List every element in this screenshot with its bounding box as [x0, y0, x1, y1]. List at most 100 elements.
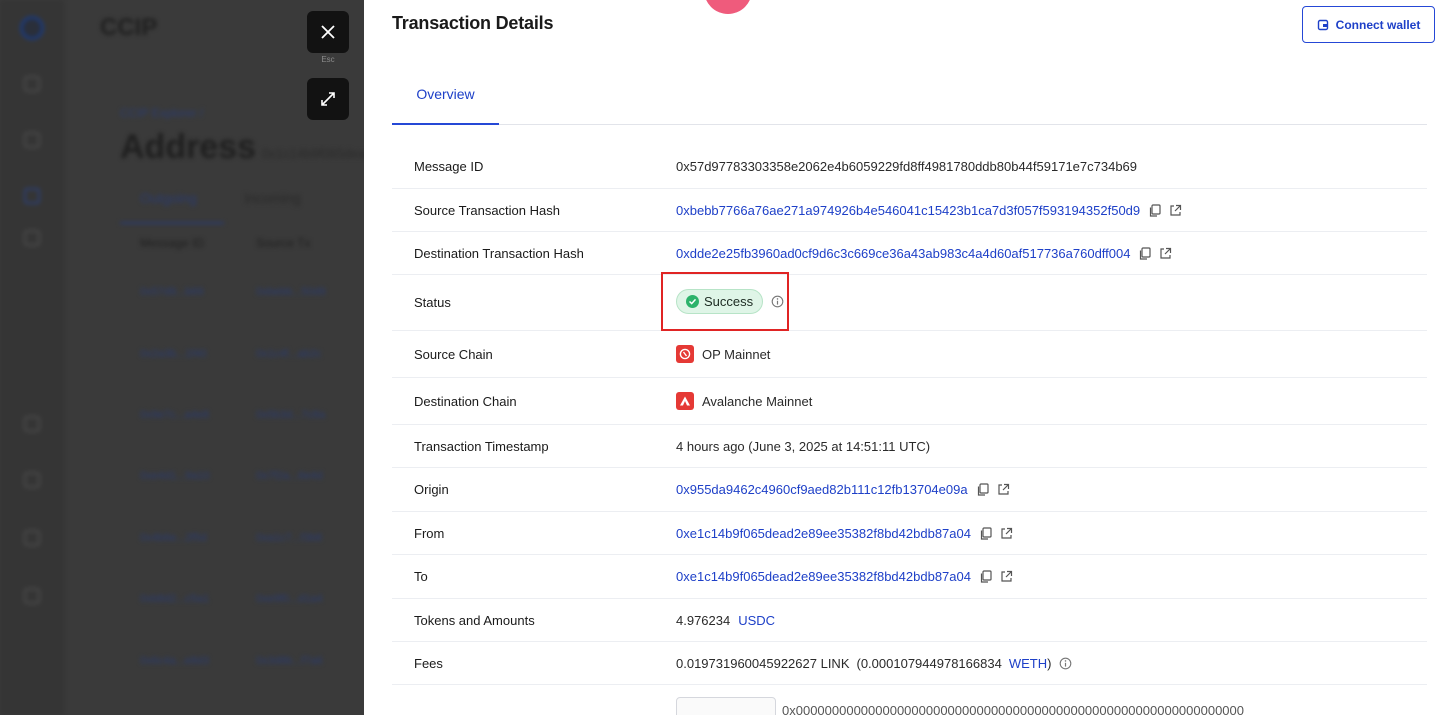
- background-col-header: Source Tx: [256, 236, 311, 250]
- background-cell: 0xe4d1...9a10: [140, 470, 210, 482]
- detail-label: Tokens and Amounts: [414, 613, 535, 628]
- origin-link[interactable]: 0x955da9462c4960cf9aed82b111c12fb13704e0…: [676, 482, 968, 497]
- detail-row-source-tx: Source Transaction Hash 0xbebb7766a76ae2…: [392, 189, 1427, 232]
- background-cell: 0x2a3b...1f40: [140, 348, 207, 360]
- app-logo-icon: [20, 16, 44, 40]
- detail-label: Transaction Timestamp: [414, 439, 549, 454]
- background-cell: 0x1c4f...ab2c: [256, 348, 322, 360]
- external-link-icon[interactable]: [1000, 570, 1013, 583]
- background-col-header: Message ID: [140, 236, 205, 250]
- nav-icon: [24, 530, 40, 546]
- background-cell: 0x5b3d...7c8a: [256, 409, 326, 421]
- detail-label: Destination Chain: [414, 394, 517, 409]
- background-sidebar: [0, 0, 64, 715]
- background-cell: 0x57d9...b69: [140, 286, 204, 298]
- decorative-blob: [704, 0, 752, 14]
- copy-icon[interactable]: [979, 570, 992, 583]
- token-symbol-link[interactable]: USDC: [738, 613, 775, 628]
- token-amount: 4.976234: [676, 613, 731, 628]
- connect-wallet-button[interactable]: Connect wallet: [1302, 6, 1435, 43]
- status-highlight-box: [661, 272, 789, 331]
- fee-paren-close: ): [1047, 656, 1052, 671]
- message-id-value: 0x57d97783303358e2062e4b6059229fd8ff4981…: [676, 159, 1138, 174]
- copy-icon[interactable]: [979, 527, 992, 540]
- detail-label: Source Chain: [414, 347, 493, 362]
- background-title: Address: [120, 128, 257, 166]
- close-button[interactable]: [307, 11, 349, 53]
- background-cell: 0x4b6e...2f5d: [140, 532, 207, 544]
- connect-wallet-label: Connect wallet: [1335, 17, 1421, 32]
- transaction-panel: Transaction Details Connect wallet Overv…: [364, 0, 1456, 715]
- detail-row-dest-tx: Destination Transaction Hash 0xdde2e25fb…: [392, 232, 1427, 275]
- detail-label: To: [414, 569, 428, 584]
- timestamp-value: 4 hours ago (June 3, 2025 at 14:51:11 UT…: [676, 439, 931, 454]
- external-link-icon[interactable]: [1000, 527, 1013, 540]
- detail-row-timestamp: Transaction Timestamp 4 hours ago (June …: [392, 425, 1427, 468]
- background-breadcrumb: CCIP Explorer /: [120, 106, 204, 120]
- background-cell: 0x9e7c...a4e8: [140, 409, 210, 421]
- external-link-icon[interactable]: [1159, 247, 1172, 260]
- detail-row-from: From 0xe1c14b9f065dead2e89ee35382f8bd42b…: [392, 512, 1427, 555]
- from-link[interactable]: 0xe1c14b9f065dead2e89ee35382f8bd42bdb87a…: [676, 526, 971, 541]
- detail-label: From: [414, 526, 445, 541]
- background-brand: CCIP: [100, 14, 158, 41]
- details-list: Message ID 0x57d97783303358e2062e4b60592…: [392, 145, 1427, 685]
- detail-label: Message ID: [414, 159, 484, 174]
- tab-overview[interactable]: Overview: [392, 64, 499, 125]
- detail-label: Source Transaction Hash: [414, 203, 560, 218]
- detail-row-source-chain: Source Chain OP Mainnet: [392, 331, 1427, 378]
- page-title: Transaction Details: [392, 13, 554, 33]
- detail-row-dest-chain: Destination Chain Avalanche Mainnet: [392, 378, 1427, 425]
- weth-link[interactable]: WETH: [1009, 656, 1047, 671]
- background-cell: 0x7f2a...6e4d: [256, 470, 323, 482]
- detail-row-to: To 0xe1c14b9f065dead2e89ee35382f8bd42bdb…: [392, 555, 1427, 599]
- to-link[interactable]: 0xe1c14b9f065dead2e89ee35382f8bd42bdb87a…: [676, 569, 971, 584]
- info-icon[interactable]: [1059, 657, 1072, 670]
- detail-row-fees: Fees 0.019731960045922627 LINK (0.000107…: [392, 642, 1427, 685]
- external-link-icon[interactable]: [997, 483, 1010, 496]
- tab-bar: Overview: [392, 64, 1427, 125]
- close-hint: Esc: [321, 55, 335, 64]
- source-tx-link[interactable]: 0xbebb7766a76ae271a974926b4e546041c15423…: [676, 203, 1140, 218]
- background-cell: 0xa1c7...f3b8: [256, 532, 323, 544]
- copy-icon[interactable]: [976, 483, 989, 496]
- background-tab-outgoing: Outgoing: [140, 190, 197, 206]
- background-tab-incoming: Incoming: [244, 190, 301, 206]
- background-cell: 0xbebb...50d9: [256, 286, 326, 298]
- nav-icon: [24, 230, 40, 246]
- expand-button[interactable]: [307, 78, 349, 120]
- detail-label: Origin: [414, 482, 449, 497]
- detail-label: Fees: [414, 656, 443, 671]
- background-cell: 0x6c4a...e8d3: [140, 655, 210, 667]
- source-chain-name: OP Mainnet: [702, 346, 771, 362]
- copy-icon[interactable]: [1138, 247, 1152, 260]
- detail-row-tokens: Tokens and Amounts 4.976234 USDC: [392, 599, 1427, 642]
- next-row-value: 0x00000000000000000000000000000000000000…: [782, 703, 1244, 715]
- fee-weth-amount: (0.000107944978166834: [856, 656, 1002, 671]
- nav-icon: [24, 188, 40, 204]
- background-cell: 0x3d8b...f7a6: [256, 655, 323, 667]
- background-cell: 0xe9f0...d1a4: [256, 593, 323, 605]
- detail-label: Destination Transaction Hash: [414, 246, 584, 261]
- wallet-icon: [1317, 19, 1328, 30]
- data-toggle-button[interactable]: [676, 697, 776, 715]
- background-subtitle: 0x1c14b9f065dead2e89ee: [262, 146, 364, 161]
- avalanche-logo-icon: [676, 392, 694, 410]
- detail-label: Status: [414, 295, 451, 310]
- detail-row-origin: Origin 0x955da9462c4960cf9aed82b111c12fb…: [392, 468, 1427, 512]
- close-icon: [321, 25, 335, 39]
- nav-icon: [24, 132, 40, 148]
- op-logo-icon: [676, 345, 694, 363]
- nav-icon: [24, 76, 40, 92]
- dest-chain-name: Avalanche Mainnet: [702, 393, 813, 409]
- nav-icon: [24, 472, 40, 488]
- nav-icon: [24, 588, 40, 604]
- background-cell: 0xb8d2...c5a1: [140, 593, 210, 605]
- expand-icon: [321, 92, 335, 106]
- nav-icon: [24, 416, 40, 432]
- external-link-icon[interactable]: [1169, 204, 1182, 217]
- detail-row-message-id: Message ID 0x57d97783303358e2062e4b60592…: [392, 145, 1427, 189]
- copy-icon[interactable]: [1148, 204, 1161, 217]
- dest-tx-link[interactable]: 0xdde2e25fb3960ad0cf9d6c3c669ce36a43ab98…: [676, 246, 1130, 261]
- detail-row-status: Status Success: [392, 275, 1427, 331]
